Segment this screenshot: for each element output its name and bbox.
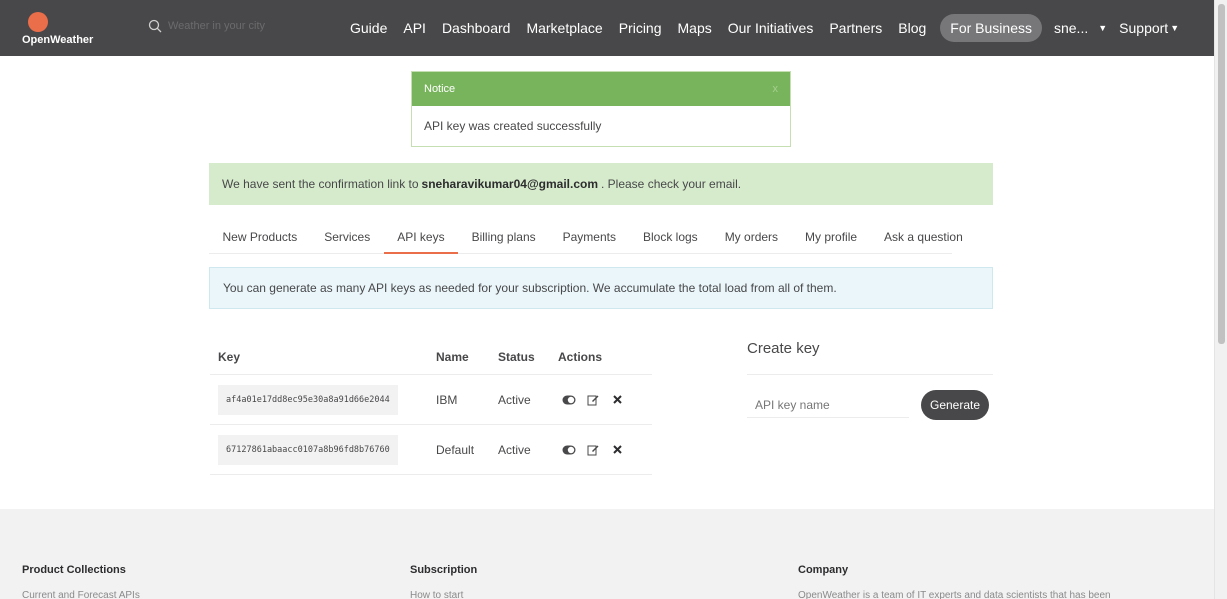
page-scrollbar[interactable] [1214, 0, 1227, 599]
header-status: Status [498, 350, 535, 364]
api-keys-info: You can generate as many API keys as nee… [209, 267, 993, 309]
nav-links: Guide API Dashboard Marketplace Pricing … [342, 0, 1185, 56]
create-key-panel: Create key Generate [747, 340, 993, 420]
confirmation-email: sneharavikumar04@gmail.com [421, 177, 598, 191]
openweather-logo[interactable]: OpenWeather [20, 10, 100, 50]
footer-column-subscription: Subscription How to start [410, 564, 770, 599]
header-actions: Actions [558, 350, 603, 364]
edit-icon[interactable] [586, 393, 600, 407]
footer-title: Company [798, 564, 849, 576]
delete-icon[interactable] [610, 393, 624, 407]
api-key-cell: 67127861abaacc0107a8b96fd8b76760 [210, 434, 436, 465]
nav-dashboard[interactable]: Dashboard [434, 20, 519, 36]
tab-services[interactable]: Services [311, 224, 384, 254]
header-key: Key [218, 350, 241, 364]
nav-our-initiatives[interactable]: Our Initiatives [720, 20, 822, 36]
nav-marketplace[interactable]: Marketplace [518, 20, 610, 36]
header-name: Name [436, 350, 469, 364]
nav-guide[interactable]: Guide [342, 20, 395, 36]
key-name-cell: Default [436, 442, 475, 457]
for-business-button[interactable]: For Business [940, 14, 1042, 42]
notice-message: API key was created successfully [424, 119, 602, 133]
notice-panel: Notice x API key was created successfull… [411, 71, 791, 147]
tab-payments[interactable]: Payments [549, 224, 629, 254]
notice-header: Notice x [412, 72, 790, 106]
create-key-form: Generate [747, 390, 993, 420]
support-caret-icon: ▼ [1170, 23, 1180, 33]
toggle-icon[interactable] [562, 393, 576, 407]
notice-title: Notice [424, 83, 456, 95]
nav-maps[interactable]: Maps [670, 20, 720, 36]
page-footer: Product Collections Current and Forecast… [0, 509, 1214, 599]
key-status-cell: Active [498, 392, 531, 407]
api-keys-table: Key Name Status Actions af4a01e17dd8ec95… [210, 340, 652, 475]
create-key-title: Create key [747, 340, 993, 375]
key-actions-cell [558, 393, 648, 407]
key-status-cell: Active [498, 442, 531, 457]
nav-api[interactable]: API [395, 20, 434, 36]
search-icon [148, 19, 162, 33]
tab-ask-a-question[interactable]: Ask a question [871, 224, 977, 254]
table-row: af4a01e17dd8ec95e30a8a91d66e2044 IBM Act… [210, 375, 652, 425]
api-key-cell: af4a01e17dd8ec95e30a8a91d66e2044 [210, 384, 436, 415]
footer-text: OpenWeather is a team of IT experts and … [798, 590, 1111, 599]
api-key-name-input[interactable] [747, 392, 909, 418]
tab-block-logs[interactable]: Block logs [629, 224, 711, 254]
api-key-value[interactable]: 67127861abaacc0107a8b96fd8b76760 [218, 434, 398, 465]
key-actions-cell [558, 443, 648, 457]
confirmation-suffix: . Please check your email. [601, 177, 742, 191]
tab-new-products[interactable]: New Products [209, 224, 311, 254]
user-name: sne... [1053, 20, 1089, 36]
search-box [148, 19, 328, 33]
user-caret-icon: ▼ [1098, 23, 1108, 33]
footer-column-products: Product Collections Current and Forecast… [22, 564, 382, 599]
nav-blog[interactable]: Blog [890, 20, 934, 36]
scrollbar-thumb[interactable] [1218, 4, 1225, 344]
api-key-value[interactable]: af4a01e17dd8ec95e30a8a91d66e2044 [218, 384, 398, 415]
nav-pricing[interactable]: Pricing [611, 20, 670, 36]
search-input[interactable] [168, 20, 328, 32]
edit-icon[interactable] [586, 443, 600, 457]
confirmation-alert: We have sent the confirmation link to sn… [209, 163, 993, 205]
key-name-cell: IBM [436, 392, 458, 407]
support-menu[interactable]: Support ▼ [1113, 20, 1185, 36]
footer-title: Product Collections [22, 564, 126, 576]
tab-billing-plans[interactable]: Billing plans [458, 224, 549, 254]
logo-sun-icon [28, 12, 48, 32]
logo-text: OpenWeather [22, 34, 94, 46]
toggle-icon[interactable] [562, 443, 576, 457]
table-header: Key Name Status Actions [210, 340, 652, 375]
user-menu[interactable]: sne... ▼ [1048, 20, 1113, 36]
footer-title: Subscription [410, 564, 478, 576]
footer-link[interactable]: How to start [410, 590, 770, 599]
top-navbar: OpenWeather Guide API Dashboard Marketpl… [0, 0, 1214, 56]
footer-link[interactable]: Current and Forecast APIs [22, 590, 382, 599]
generate-button[interactable]: Generate [921, 390, 990, 420]
support-label: Support [1119, 20, 1169, 36]
delete-icon[interactable] [610, 443, 624, 457]
notice-close-button[interactable]: x [773, 83, 779, 95]
account-tabs: New Products Services API keys Billing p… [209, 224, 963, 254]
footer-column-company: Company OpenWeather is a team of IT expe… [798, 564, 1198, 599]
tab-my-profile[interactable]: My profile [792, 224, 871, 254]
tab-my-orders[interactable]: My orders [711, 224, 791, 254]
confirmation-prefix: We have sent the confirmation link to [222, 177, 419, 191]
tab-api-keys[interactable]: API keys [383, 224, 459, 254]
nav-partners[interactable]: Partners [821, 20, 890, 36]
table-row: 67127861abaacc0107a8b96fd8b76760 Default… [210, 425, 652, 475]
